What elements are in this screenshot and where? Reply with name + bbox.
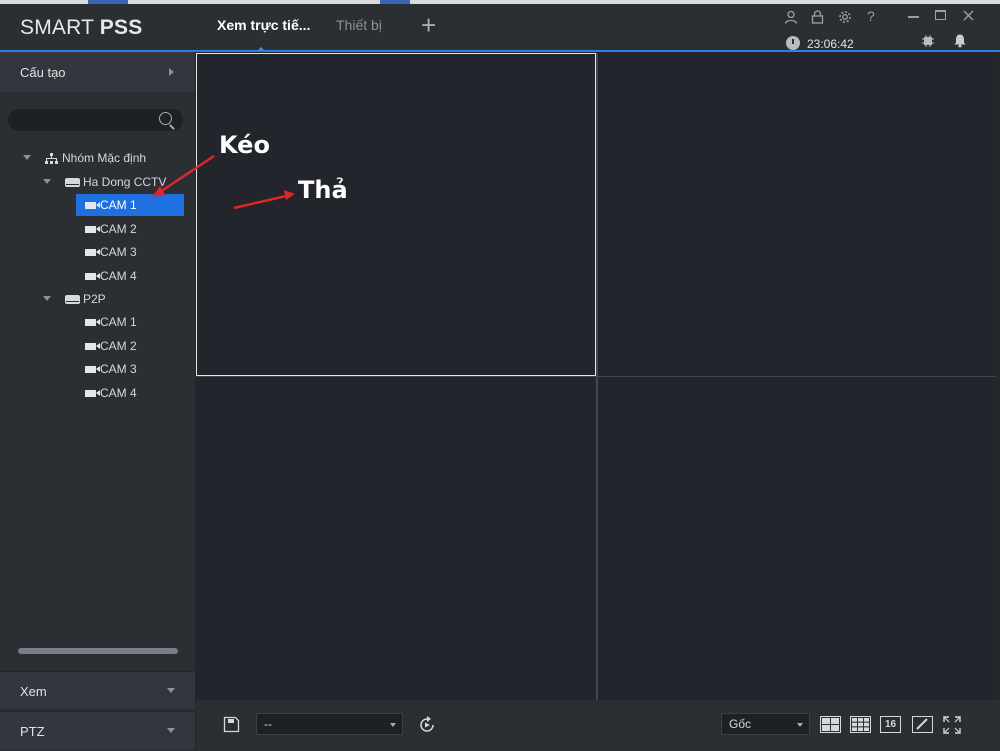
drop-arrow xyxy=(233,190,295,210)
save-icon[interactable] xyxy=(223,716,240,733)
refresh-icon[interactable] xyxy=(418,716,436,734)
drag-arrow xyxy=(152,154,215,197)
custom-layout-edit-icon[interactable] xyxy=(912,716,933,733)
aspect-ratio-value: Gốc xyxy=(729,717,752,731)
layout-4-split-icon[interactable] xyxy=(820,716,841,733)
view-select-value: -- xyxy=(264,717,272,731)
layout-9-split-icon[interactable] xyxy=(850,716,871,733)
annotation-arrows xyxy=(152,154,295,210)
fullscreen-icon[interactable] xyxy=(943,716,961,734)
layout-16-label: 16 xyxy=(884,719,897,730)
aspect-ratio-select[interactable]: Gốc xyxy=(721,713,810,735)
smart-pss-window: SMART PSS Xem trực tiế... Thiết bị + ? 2… xyxy=(0,0,1000,751)
chevron-down-icon xyxy=(390,723,396,727)
layout-16-split-button[interactable]: 16 xyxy=(880,716,901,733)
chevron-down-icon xyxy=(797,723,803,727)
view-select[interactable]: -- xyxy=(256,713,403,735)
